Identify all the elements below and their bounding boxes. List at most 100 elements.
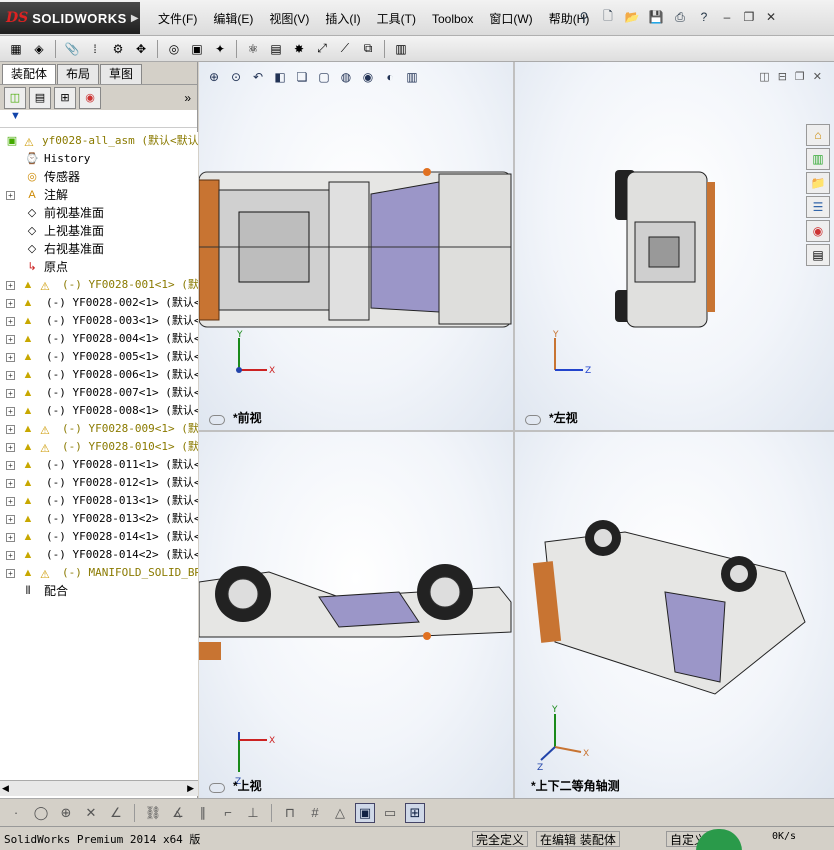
tree-root[interactable]: ▣ ⚠ yf0028-all_asm (默认<默认 — [0, 132, 198, 150]
pin-icon[interactable]: ⚲ — [575, 8, 593, 26]
new-document-icon[interactable]: 🗋 — [599, 8, 617, 26]
menu-edit[interactable]: 编辑(E) — [205, 10, 261, 28]
parallel-icon[interactable]: ∥ — [193, 803, 213, 823]
tree-component-row[interactable]: + ▲ (-) YF0028-004<1> (默认<< — [0, 330, 198, 348]
menu-view[interactable]: 视图(V) — [261, 10, 317, 28]
help-icon[interactable]: ? — [695, 8, 713, 26]
viewport-left[interactable]: ◫ ⊟ ❐ ✕ Y Z *左视 — [515, 62, 834, 430]
expand-icon[interactable]: + — [6, 515, 15, 524]
menu-window[interactable]: 窗口(W) — [481, 10, 540, 28]
tree-component-row[interactable]: + ▲ (-) YF0028-003<1> (默认<< — [0, 312, 198, 330]
single-view-icon[interactable]: ▭ — [380, 803, 400, 823]
print-icon[interactable]: ⎙ — [671, 8, 689, 26]
line-icon[interactable]: ∠ — [106, 803, 126, 823]
link-views-icon[interactable] — [209, 783, 225, 793]
expand-icon[interactable]: + — [6, 497, 15, 506]
expand-icon[interactable]: + — [6, 353, 15, 362]
tree-component-row[interactable]: + ▲ (-) YF0028-005<1> (默认<< — [0, 348, 198, 366]
tree-component-row[interactable]: + ▲ (-) YF0028-011<1> (默认<< — [0, 456, 198, 474]
tree-component-row[interactable]: + ▲ ⚠ (-) YF0028-010<1> (默认 — [0, 438, 198, 456]
tree-component-row[interactable]: + ▲ ⚠ (-) YF0028-001<1> (默认 — [0, 276, 198, 294]
scroll-right-icon[interactable]: ▶ — [187, 783, 194, 794]
angle-icon[interactable]: ∡ — [168, 803, 188, 823]
expand-icon[interactable]: + — [6, 389, 15, 398]
expand-icon[interactable]: + — [6, 371, 15, 380]
exploded-view-icon[interactable]: ✸ — [289, 39, 309, 59]
instant3d-icon[interactable]: ▥ — [391, 39, 411, 59]
expand-icon[interactable]: + — [6, 191, 15, 200]
tree-item-top-plane[interactable]: ◇ 上视基准面 — [0, 222, 198, 240]
tree-item-sensors[interactable]: ◎ 传感器 — [0, 168, 198, 186]
viewport-top[interactable]: X Z *上视 — [199, 432, 513, 798]
smart-fasteners-icon[interactable]: ⚙ — [108, 39, 128, 59]
tree-item-origin[interactable]: ↳ 原点 — [0, 258, 198, 276]
link-views-icon[interactable] — [525, 415, 541, 425]
graphics-area[interactable]: ⊕ ⊙ ↶ ◧ ❏ ▢ ◍ ◉ ◐ ▥ Y X *前视 ◫ ⊟ ❐ ✕ Y Z … — [199, 62, 834, 798]
expand-icon[interactable]: + — [6, 299, 15, 308]
tree-item-mates[interactable]: ⫴ 配合 — [0, 582, 198, 600]
expand-panel-icon[interactable]: » — [184, 91, 191, 105]
feature-manager-icon[interactable]: ◫ — [4, 86, 26, 109]
display-manager-icon[interactable]: ◉ — [79, 86, 101, 109]
view-palette-icon[interactable]: ☰ — [806, 196, 830, 218]
minimize-icon[interactable]: – — [719, 9, 735, 25]
new-motion-study-icon[interactable]: ⚛ — [243, 39, 263, 59]
close-icon[interactable]: ✕ — [763, 9, 779, 25]
expand-icon[interactable]: + — [6, 533, 15, 542]
expand-icon[interactable]: + — [6, 443, 15, 452]
restore-icon[interactable]: ❐ — [741, 9, 757, 25]
perpendicular-icon[interactable]: ⊥ — [243, 803, 263, 823]
tab-sketch[interactable]: 草图 — [100, 64, 143, 84]
tree-component-row[interactable]: + ▲ (-) YF0028-014<1> (默认<< — [0, 528, 198, 546]
clearance-verification-icon[interactable]: ⧉ — [358, 39, 378, 59]
expand-icon[interactable]: + — [6, 335, 15, 344]
expand-icon[interactable]: + — [6, 317, 15, 326]
explode-line-sketch-icon[interactable]: ⤢ — [312, 39, 332, 59]
tree-component-row[interactable]: + ▲ (-) YF0028-007<1> (默认<< — [0, 384, 198, 402]
expand-icon[interactable]: + — [6, 461, 15, 470]
configuration-manager-icon[interactable]: ⊞ — [54, 86, 76, 109]
chain-icon[interactable]: ⛓ — [143, 803, 163, 823]
filter-bar[interactable]: ▼ — [0, 110, 197, 128]
expand-icon[interactable]: + — [6, 425, 15, 434]
property-manager-icon[interactable]: ▤ — [29, 86, 51, 109]
tree-component-row[interactable]: + ▲ (-) YF0028-006<1> (默认<< — [0, 366, 198, 384]
target-icon[interactable]: ⊕ — [56, 803, 76, 823]
reference-geometry-icon[interactable]: ✦ — [210, 39, 230, 59]
viewport-front[interactable]: ⊕ ⊙ ↶ ◧ ❏ ▢ ◍ ◉ ◐ ▥ Y X *前视 — [199, 62, 513, 430]
tree-component-row[interactable]: + ▲ (-) YF0028-014<2> (默认<< — [0, 546, 198, 564]
tree-item-right-plane[interactable]: ◇ 右视基准面 — [0, 240, 198, 258]
triangle-icon[interactable]: △ — [330, 803, 350, 823]
circle-icon[interactable]: ◯ — [31, 803, 51, 823]
tree-component-row[interactable]: + ▲ (-) YF0028-013<1> (默认<< — [0, 492, 198, 510]
solidworks-resources-icon[interactable]: ⌂ — [806, 124, 830, 146]
menu-tools[interactable]: 工具(T) — [369, 10, 424, 28]
interference-detection-icon[interactable]: ⟋ — [335, 39, 355, 59]
tab-assembly[interactable]: 装配体 — [2, 64, 57, 84]
tree-component-row[interactable]: + ▲ (-) YF0028-008<1> (默认<< — [0, 402, 198, 420]
tree-component-row[interactable]: + ▲ (-) YF0028-013<2> (默认<< — [0, 510, 198, 528]
dimension-icon[interactable]: ⊓ — [280, 803, 300, 823]
expand-icon[interactable]: + — [6, 551, 15, 560]
tree-component-row[interactable]: + ▲ (-) YF0028-012<1> (默认<< — [0, 474, 198, 492]
tree-item-history[interactable]: ⌚ History — [0, 150, 198, 168]
scroll-left-icon[interactable]: ◀ — [2, 783, 9, 794]
insert-component-icon[interactable]: ▦ — [6, 39, 26, 59]
show-hidden-icon[interactable]: ◎ — [164, 39, 184, 59]
open-folder-icon[interactable]: 📂 — [623, 8, 641, 26]
mate-icon[interactable]: 📎 — [62, 39, 82, 59]
expand-icon[interactable]: + — [6, 569, 15, 578]
new-part-icon[interactable]: ◈ — [29, 39, 49, 59]
menu-toolbox[interactable]: Toolbox — [424, 10, 481, 28]
design-library-icon[interactable]: ▥ — [806, 148, 830, 170]
tree-component-row[interactable]: + ▲ ⚠ (-) YF0028-009<1> (默认 — [0, 420, 198, 438]
filter-icon[interactable]: ▼ — [10, 110, 21, 122]
bill-of-materials-icon[interactable]: ▤ — [266, 39, 286, 59]
move-component-icon[interactable]: ✥ — [131, 39, 151, 59]
link-views-icon[interactable] — [209, 415, 225, 425]
shaded-view-icon[interactable]: ▣ — [355, 802, 375, 823]
save-icon[interactable]: 💾 — [647, 8, 665, 26]
appearances-icon[interactable]: ◉ — [806, 220, 830, 242]
menu-insert[interactable]: 插入(I) — [317, 10, 368, 28]
expand-icon[interactable]: + — [6, 479, 15, 488]
